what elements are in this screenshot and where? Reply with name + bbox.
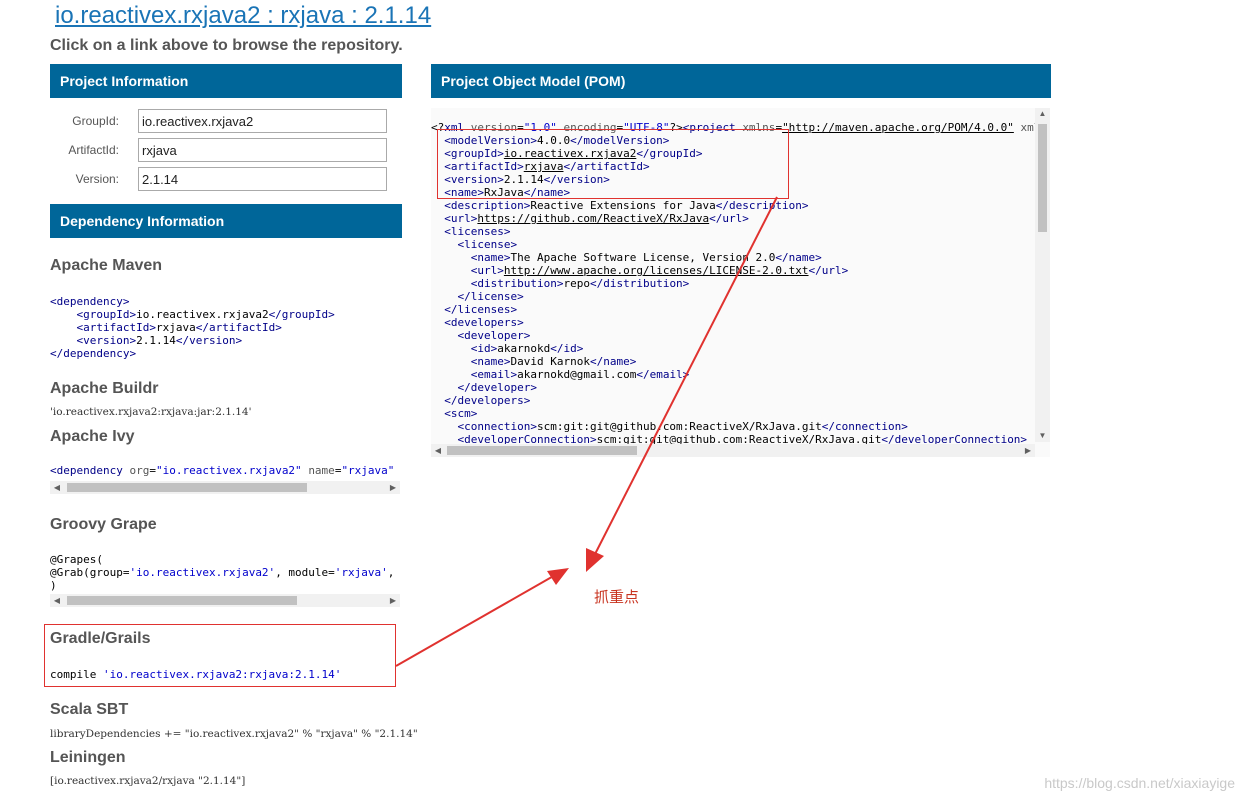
arrow-line-pom (591, 196, 778, 561)
arrow-line-gradle (395, 573, 558, 667)
arrow-head-gradle-icon (547, 568, 569, 585)
annotation-note: 抓重点 (594, 589, 640, 606)
annotation-arrows (395, 196, 778, 667)
watermark: https://blog.csdn.net/xiaxiayige (1044, 775, 1235, 791)
arrow-head-pom-icon (586, 548, 604, 572)
